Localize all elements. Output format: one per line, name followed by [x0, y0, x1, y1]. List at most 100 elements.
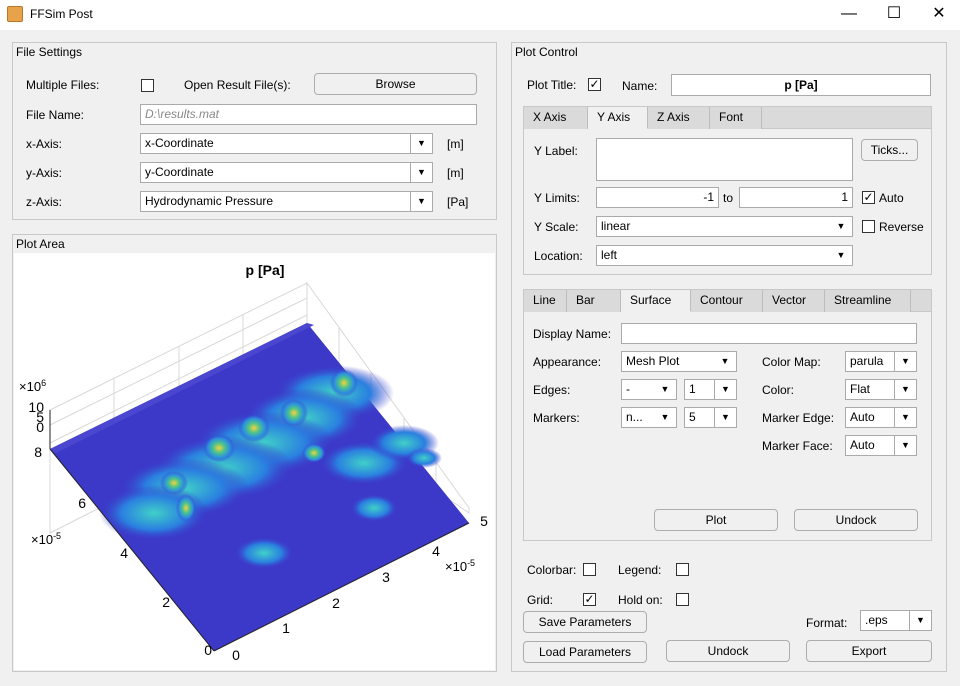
browse-button[interactable]: Browse — [314, 73, 477, 95]
x-tick-label: 2 — [332, 595, 340, 611]
file-settings-panel: File Settings Multiple Files: Open Resul… — [12, 42, 497, 220]
tab-contour[interactable]: Contour — [691, 290, 763, 312]
y-label-field[interactable] — [596, 138, 853, 181]
marker-edge-select[interactable]: Auto ▼ — [845, 407, 917, 428]
display-name-field[interactable] — [621, 323, 917, 344]
file-name-field[interactable]: D:\results.mat — [140, 104, 477, 125]
markers-size-select[interactable]: 5 ▼ — [684, 407, 737, 428]
tab-x-axis[interactable]: X Axis — [524, 107, 588, 129]
y-label-label: Y Label: — [534, 144, 578, 158]
y-scale-value: linear — [601, 219, 631, 233]
marker-face-select[interactable]: Auto ▼ — [845, 435, 917, 456]
markers-style-select[interactable]: n... ▼ — [621, 407, 677, 428]
y-scale-select[interactable]: linear ▼ — [596, 216, 853, 237]
chevron-down-icon: ▼ — [410, 134, 432, 153]
chevron-down-icon: ▼ — [894, 380, 916, 399]
multiple-files-label: Multiple Files: — [26, 78, 100, 92]
surface-plot[interactable]: p [Pa] ×106 10 5 0 8 ×10-5 6 4 2 0 0 1 2… — [14, 253, 495, 670]
file-settings-title: File Settings — [16, 45, 83, 59]
y-axis-label: y-Axis: — [26, 166, 62, 180]
plot-canvas[interactable]: p [Pa] ×106 10 5 0 8 ×10-5 6 4 2 0 0 1 2… — [14, 253, 495, 670]
color-map-select[interactable]: parula ▼ — [845, 351, 917, 372]
y-scale-label: Y Scale: — [534, 220, 579, 234]
export-button[interactable]: Export — [806, 640, 932, 662]
file-name-label: File Name: — [26, 108, 85, 122]
edges-label: Edges: — [533, 383, 571, 397]
tab-bar[interactable]: Bar — [567, 290, 621, 312]
plot-title-checkbox[interactable]: ✓ — [588, 78, 601, 91]
chevron-down-icon: ▼ — [894, 352, 916, 371]
y-tick-label: 6 — [78, 495, 86, 511]
grid-label: Grid: — [527, 593, 554, 607]
z-axis-select[interactable]: Hydrodynamic Pressure ▼ — [140, 191, 433, 212]
chevron-down-icon: ▼ — [660, 384, 670, 394]
tab-line[interactable]: Line — [524, 290, 567, 312]
format-select[interactable]: .eps ▼ — [860, 610, 932, 631]
color-value: Flat — [850, 382, 871, 396]
reverse-checkbox[interactable] — [862, 220, 875, 233]
marker-face-value: Auto — [850, 438, 875, 452]
markers-label: Markers: — [533, 411, 580, 425]
chevron-down-icon: ▼ — [836, 221, 846, 231]
auto-checkbox[interactable]: ✓ — [862, 191, 875, 204]
tab-font[interactable]: Font — [710, 107, 762, 129]
z-axis-value: Hydrodynamic Pressure — [145, 194, 274, 208]
hold-on-checkbox[interactable] — [676, 593, 689, 606]
location-label: Location: — [534, 249, 583, 263]
plot-button[interactable]: Plot — [654, 509, 778, 531]
title-bar: FFSim Post — ☐ ✕ — [0, 0, 960, 30]
y-limits-label: Y Limits: — [534, 191, 580, 205]
auto-label: Auto — [879, 191, 904, 205]
open-result-label: Open Result File(s): — [184, 78, 291, 92]
load-parameters-button[interactable]: Load Parameters — [523, 641, 647, 663]
tab-y-axis[interactable]: Y Axis — [588, 107, 648, 129]
y-axis-select[interactable]: y-Coordinate ▼ — [140, 162, 433, 183]
axis-tab-panel: X Axis Y Axis Z Axis Font Y Label: Ticks… — [523, 106, 932, 275]
ticks-button[interactable]: Ticks... — [861, 139, 918, 161]
plot-title-label: Plot Title: — [527, 78, 577, 92]
to-label: to — [723, 191, 734, 205]
app-logo-icon — [7, 6, 23, 22]
y-max-field[interactable]: 1 — [739, 187, 853, 208]
window-title: FFSim Post — [30, 7, 93, 21]
y-tick-label: 0 — [204, 642, 212, 658]
x-axis-select[interactable]: x-Coordinate ▼ — [140, 133, 433, 154]
tab-streamline[interactable]: Streamline — [825, 290, 911, 312]
location-select[interactable]: left ▼ — [596, 245, 853, 266]
reverse-label: Reverse — [879, 220, 924, 234]
edges-style-select[interactable]: - ▼ — [621, 379, 677, 400]
name-label: Name: — [622, 79, 658, 93]
marker-edge-value: Auto — [850, 410, 875, 424]
minimize-button[interactable]: — — [826, 0, 872, 30]
tab-surface[interactable]: Surface — [621, 290, 691, 312]
plot-control-panel: Plot Control Plot Title: ✓ Name: p [Pa] … — [511, 42, 947, 672]
tab-z-axis[interactable]: Z Axis — [648, 107, 710, 129]
hold-on-label: Hold on: — [618, 593, 663, 607]
undock-plot-button[interactable]: Undock — [794, 509, 918, 531]
appearance-select[interactable]: Mesh Plot ▼ — [621, 351, 737, 372]
undock-button[interactable]: Undock — [666, 640, 790, 662]
y-min-field[interactable]: -1 — [596, 187, 719, 208]
chevron-down-icon: ▼ — [720, 356, 730, 366]
edges-width-value: 1 — [689, 382, 696, 396]
plot-type-tab-panel: Line Bar Surface Contour Vector Streamli… — [523, 289, 932, 541]
edges-width-select[interactable]: 1 ▼ — [684, 379, 737, 400]
x-axis-value: x-Coordinate — [145, 136, 214, 150]
location-value: left — [601, 248, 618, 262]
maximize-button[interactable]: ☐ — [871, 0, 917, 30]
legend-checkbox[interactable] — [676, 563, 689, 576]
color-select[interactable]: Flat ▼ — [845, 379, 917, 400]
close-button[interactable]: ✕ — [916, 0, 960, 30]
z-tick-label: 0 — [36, 419, 44, 435]
grid-checkbox[interactable]: ✓ — [583, 593, 596, 606]
legend-label: Legend: — [618, 563, 662, 577]
chevron-down-icon: ▼ — [714, 380, 736, 399]
z-exponent: ×106 — [19, 378, 46, 394]
x-axis-label: x-Axis: — [26, 137, 62, 151]
y-exponent: ×10-5 — [31, 531, 61, 547]
save-parameters-button[interactable]: Save Parameters — [523, 611, 647, 633]
multiple-files-checkbox[interactable] — [141, 79, 154, 92]
plot-name-field[interactable]: p [Pa] — [671, 74, 931, 96]
tab-vector[interactable]: Vector — [763, 290, 825, 312]
colorbar-checkbox[interactable] — [583, 563, 596, 576]
